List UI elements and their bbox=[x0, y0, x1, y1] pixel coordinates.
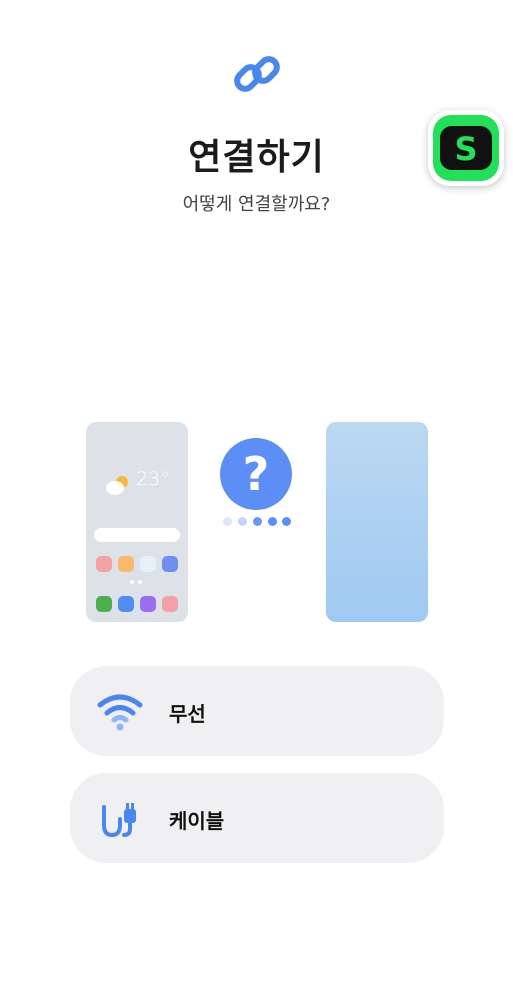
connection-progress-dot bbox=[223, 517, 232, 526]
wireless-option-button[interactable]: 무선 bbox=[70, 666, 444, 756]
dock-app-icon bbox=[118, 596, 134, 612]
app-icon bbox=[118, 556, 134, 572]
search-bar-placeholder bbox=[94, 528, 180, 542]
cable-icon bbox=[102, 803, 136, 838]
temperature-text: 23° bbox=[136, 468, 170, 490]
question-glyph: ? bbox=[242, 447, 270, 501]
page-indicator-dot bbox=[130, 580, 134, 584]
wifi-icon bbox=[97, 694, 143, 731]
page-subtitle: 어떻게 연결할까요? bbox=[182, 194, 331, 215]
link-icon bbox=[234, 56, 280, 92]
connection-progress-dot bbox=[268, 517, 277, 526]
connection-progress-dot bbox=[253, 517, 262, 526]
app-icon bbox=[96, 556, 112, 572]
floating-app-bubble[interactable]: S bbox=[428, 110, 504, 186]
new-phone-illustration bbox=[326, 422, 428, 622]
app-letter: S bbox=[454, 130, 477, 168]
dock-app-icon bbox=[140, 596, 156, 612]
old-phone-illustration: 23° bbox=[86, 422, 188, 622]
question-mark-icon: ? bbox=[220, 438, 292, 510]
cable-option-label: 케이블 bbox=[169, 809, 225, 833]
wireless-option-label: 무선 bbox=[169, 702, 206, 726]
partly-cloudy-icon bbox=[106, 476, 128, 495]
app-icon bbox=[140, 556, 156, 572]
connection-progress-dot bbox=[282, 517, 291, 526]
app-icon bbox=[162, 556, 178, 572]
dock-app-icon bbox=[96, 596, 112, 612]
cable-option-button[interactable]: 케이블 bbox=[70, 773, 444, 863]
connection-progress-dot bbox=[238, 517, 247, 526]
letter-s-app-icon: S bbox=[440, 126, 492, 170]
page-indicator-dot bbox=[138, 580, 142, 584]
dock-app-icon bbox=[162, 596, 178, 612]
